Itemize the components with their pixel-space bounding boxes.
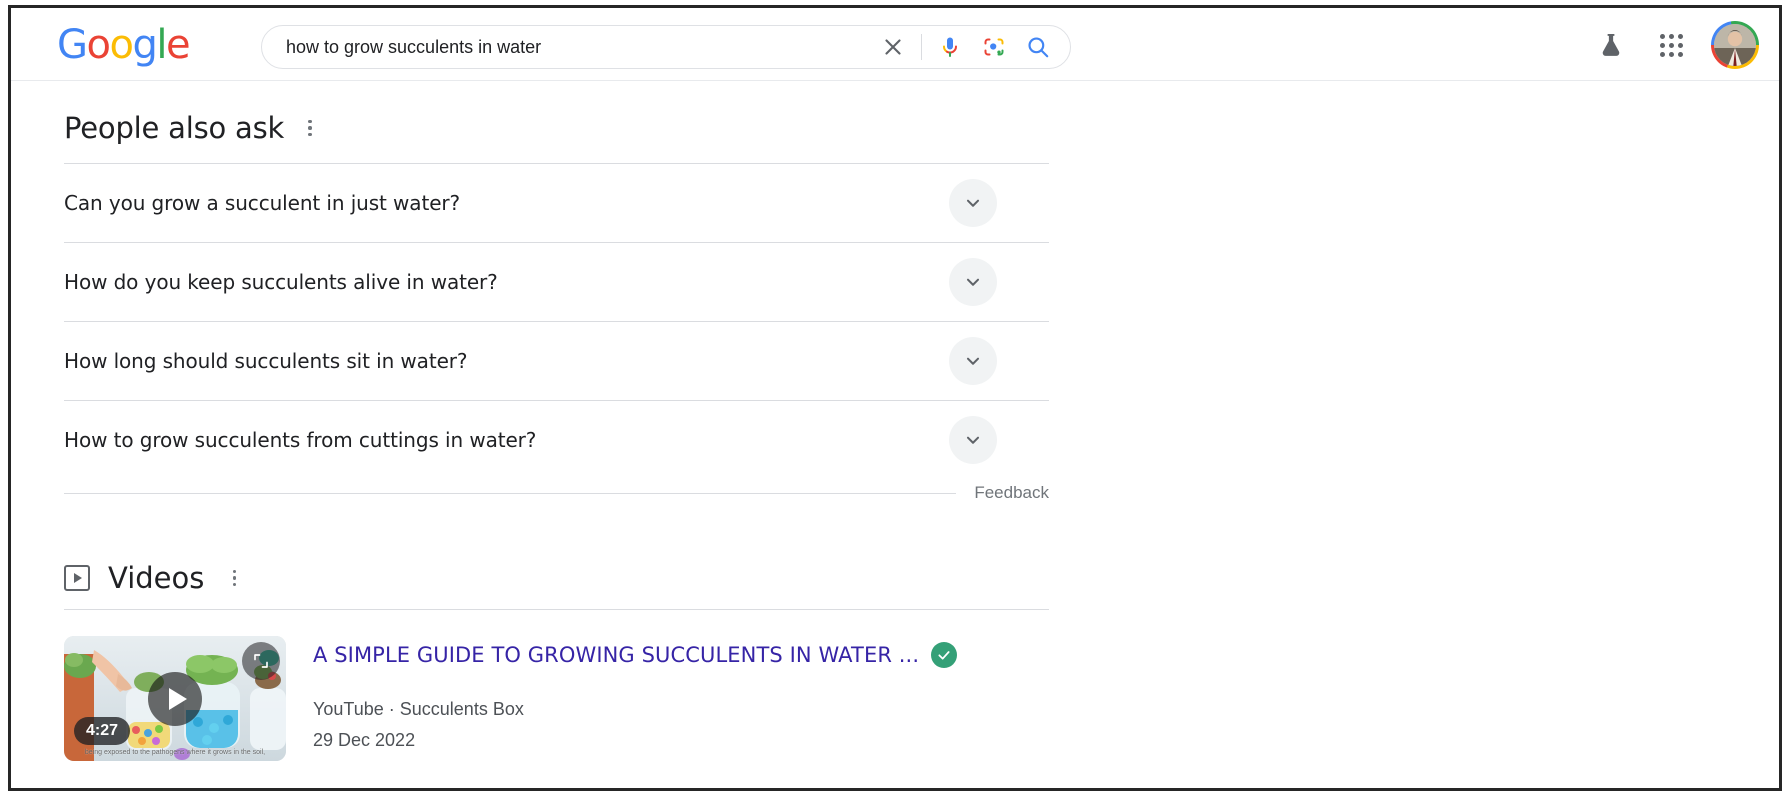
video-channel: Succulents Box [399,699,524,719]
avatar-portrait-icon [1714,24,1756,66]
paa-question-row[interactable]: How do you keep succulents alive in wate… [64,243,1049,322]
google-lens-icon [984,38,1004,56]
videos-section-title: Videos [108,561,205,595]
video-thumbnail[interactable]: being exposed to the pathogens where it … [64,636,286,761]
chevron-down-icon [966,278,980,286]
chevron-down-icon [966,357,980,365]
people-also-ask-section: People also ask Can you grow a succulent… [64,111,1049,503]
search-input[interactable]: how to grow succulents in water [262,37,871,58]
video-info: A SIMPLE GUIDE TO GROWING SUCCULENTS IN … [313,636,958,761]
paa-footer: Feedback [64,483,1049,503]
paa-expand-button[interactable] [949,179,997,227]
videos-more-options-button[interactable] [222,566,246,590]
video-source: YouTube [313,699,384,719]
video-title-link[interactable]: A SIMPLE GUIDE TO GROWING SUCCULENTS IN … [313,643,919,667]
paa-question-label: How to grow succulents from cuttings in … [64,428,537,452]
video-meta-separator: · [388,699,395,719]
thumbnail-expand-button[interactable] [242,642,280,680]
microphone-icon [942,37,958,57]
videos-header: Videos [64,561,1011,595]
google-search-results-page: Google how to grow succulents in water P… [11,8,1779,788]
verified-check-icon [931,642,958,668]
paa-question-list: Can you grow a succulent in just water? … [64,163,1049,479]
account-avatar[interactable] [1711,21,1759,69]
search-labs-button[interactable] [1591,25,1631,65]
page-header: Google how to grow succulents in water [11,8,1779,81]
search-box[interactable]: how to grow succulents in water [261,25,1071,69]
paa-expand-button[interactable] [949,258,997,306]
video-result-item[interactable]: being exposed to the pathogens where it … [64,636,1011,761]
logo-letter-o2: o [109,22,133,68]
logo-letter-e: e [165,22,191,68]
thumbnail-caption: being exposed to the pathogens where it … [84,749,266,756]
screenshot-root: Google how to grow succulents in water P… [0,0,1790,800]
video-date: 29 Dec 2022 [313,730,416,750]
google-logo[interactable]: Google [57,22,191,68]
clear-search-button[interactable] [871,25,915,69]
logo-letter-o1: o [86,22,111,68]
search-icon [1028,37,1049,58]
paa-footer-divider [64,492,957,494]
paa-header: People also ask [64,111,1011,145]
video-title-row: A SIMPLE GUIDE TO GROWING SUCCULENTS IN … [313,642,958,668]
header-actions [1591,18,1759,72]
video-meta: YouTube · Succulents Box 29 Dec 2022 [313,694,957,756]
videos-section: Videos being exposed to the pathogens wh… [64,561,1049,761]
paa-question-label: How long should succulents sit in water? [64,349,468,373]
more-options-icon [232,569,237,574]
paa-question-row[interactable]: How long should succulents sit in water? [64,322,1049,401]
apps-grid-icon [1659,33,1683,57]
search-submit-button[interactable] [1016,25,1060,69]
chevron-down-icon [966,436,980,444]
lens-search-button[interactable] [972,25,1016,69]
search-divider [921,34,922,60]
more-options-icon [308,119,312,124]
paa-question-label: How do you keep succulents alive in wate… [64,270,498,294]
logo-letter-G: G [57,22,88,68]
videos-divider [64,609,1049,610]
paa-question-label: Can you grow a succulent in just water? [64,191,461,215]
video-play-box-icon [64,565,90,591]
labs-flask-icon [1602,34,1620,56]
expand-icon [254,654,268,668]
chevron-down-icon [966,199,980,207]
logo-letter-g: g [132,22,157,68]
feedback-link[interactable]: Feedback [956,483,1049,503]
paa-expand-button[interactable] [949,416,997,464]
voice-search-button[interactable] [928,25,972,69]
paa-more-options-button[interactable] [298,116,322,140]
paa-expand-button[interactable] [949,337,997,385]
logo-letter-l: l [156,22,167,68]
thumbnail-play-button[interactable] [148,671,202,726]
browser-frame: Google how to grow succulents in water P… [8,5,1782,791]
paa-question-row[interactable]: How to grow succulents from cuttings in … [64,401,1049,479]
paa-question-row[interactable]: Can you grow a succulent in just water? [64,164,1049,243]
results-column: People also ask Can you grow a succulent… [11,81,1049,761]
google-apps-button[interactable] [1651,25,1691,65]
avatar-photo [1714,24,1756,66]
video-duration-badge: 4:27 [74,717,131,745]
play-icon [168,687,187,710]
page-title: People also ask [64,111,285,145]
close-icon [885,39,901,55]
